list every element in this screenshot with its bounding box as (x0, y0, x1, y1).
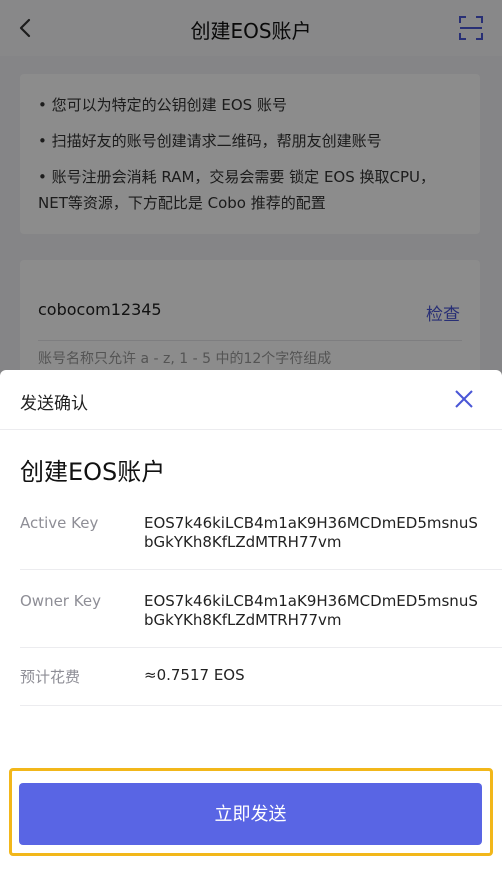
sheet-title: 发送确认 (20, 394, 88, 414)
close-icon (455, 390, 473, 408)
row-value: ≈0.7517 EOS (144, 666, 245, 684)
estimated-fee-row: 预计花费 ≈0.7517 EOS (20, 648, 502, 706)
active-key-row: Active Key EOS7k46kiLCB4m1aK9H36MCDmED5m… (20, 492, 502, 570)
row-label: Active Key (20, 514, 99, 532)
row-value: EOS7k46kiLCB4m1aK9H36MCDmED5msnuSbGkYKh8… (144, 514, 478, 551)
row-value: EOS7k46kiLCB4m1aK9H36MCDmED5msnuSbGkYKh8… (144, 592, 478, 629)
send-now-button[interactable]: 立即发送 (19, 783, 482, 845)
close-button[interactable] (452, 387, 476, 411)
owner-key-row: Owner Key EOS7k46kiLCB4m1aK9H36MCDmED5ms… (20, 570, 502, 648)
sheet-header: 发送确认 (0, 370, 502, 430)
sheet-heading: 创建EOS账户 (20, 458, 166, 486)
row-label: 预计花费 (20, 668, 81, 686)
row-label: Owner Key (20, 592, 101, 610)
